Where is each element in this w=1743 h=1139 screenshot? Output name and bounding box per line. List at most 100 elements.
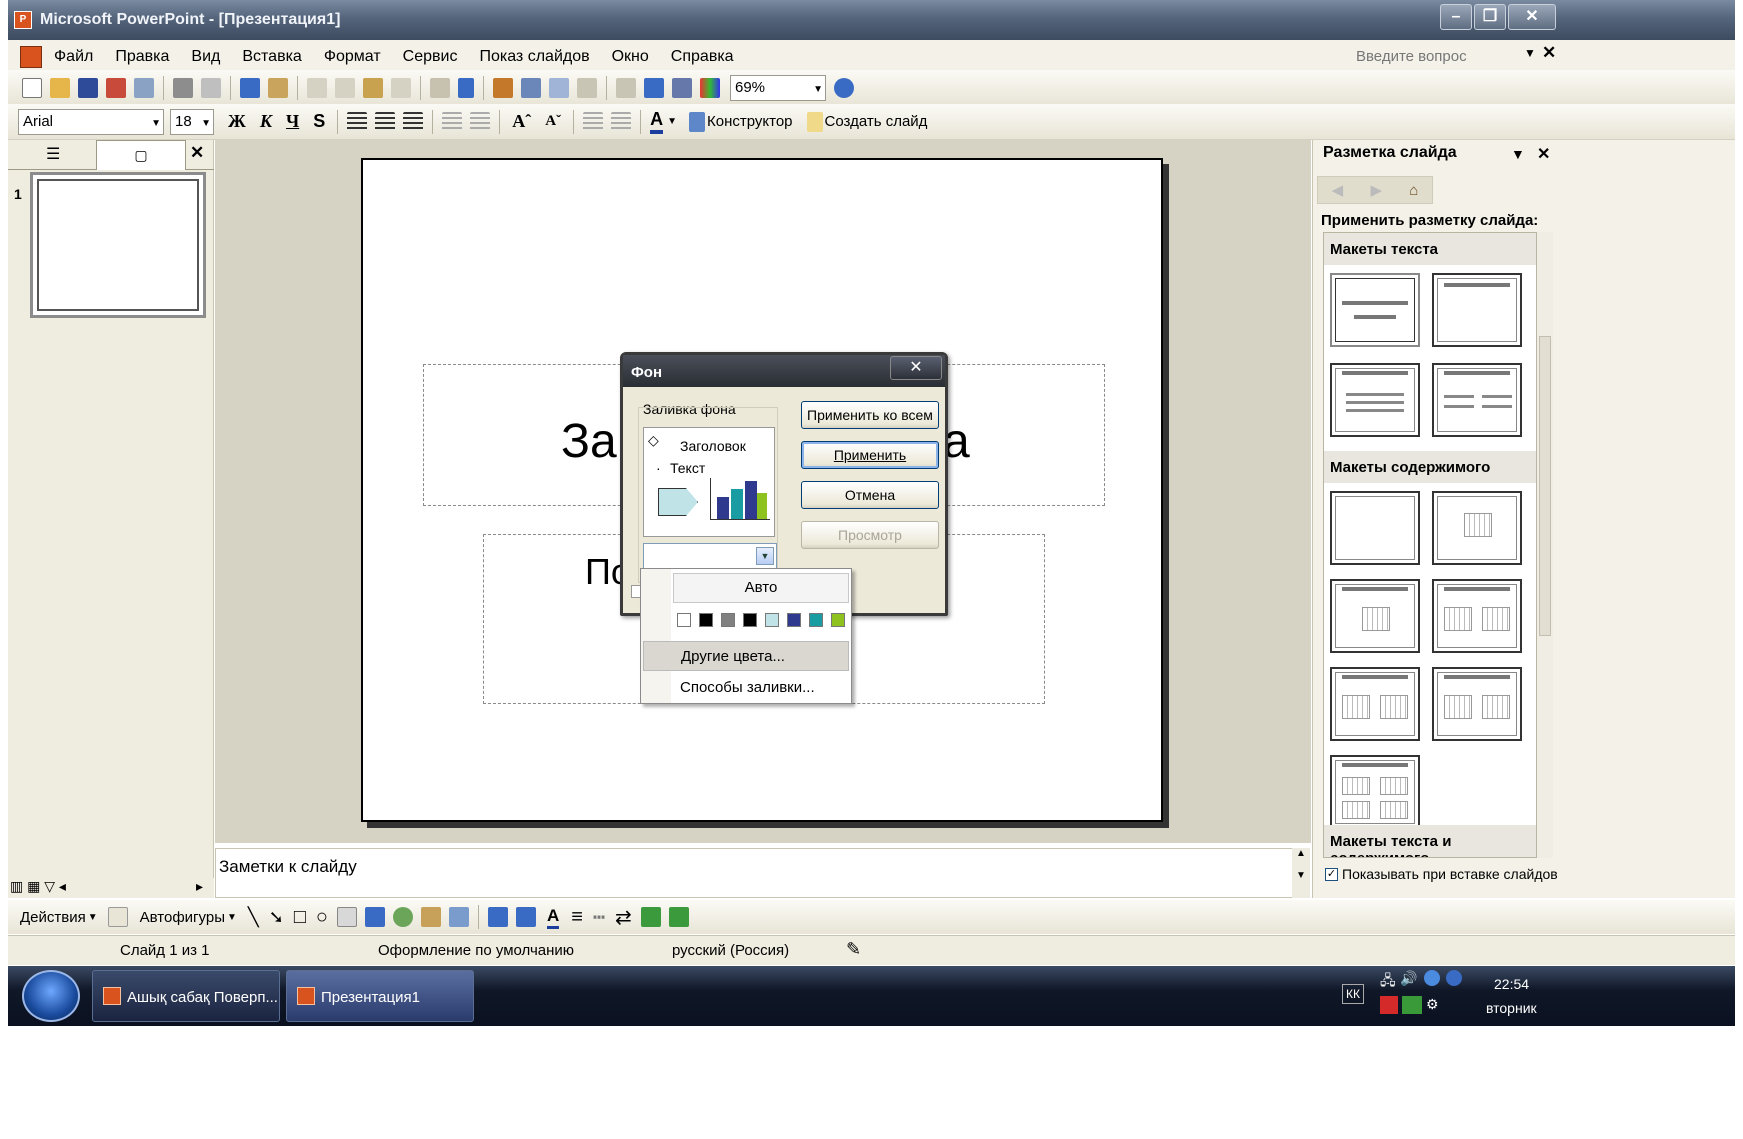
task-pane-menu-icon[interactable]: ▼ (1511, 146, 1525, 162)
swatch-black[interactable] (699, 613, 713, 627)
new-icon[interactable] (22, 77, 42, 98)
show-on-insert-option[interactable]: ✓ Показывать при вставке слайдов (1325, 866, 1558, 882)
apply-button[interactable]: Применить (801, 441, 939, 469)
designer-button[interactable]: Конструктор (707, 113, 793, 130)
slide-thumbnail[interactable] (30, 172, 206, 318)
swatch-navy[interactable] (787, 613, 801, 627)
insert-hyperlink-icon[interactable] (577, 77, 597, 98)
decrease-indent-icon[interactable] (583, 111, 604, 132)
document-icon[interactable] (20, 46, 42, 68)
insert-picture-icon[interactable] (449, 907, 470, 927)
menu-view[interactable]: Вид (191, 48, 220, 66)
menu-help[interactable]: Справка (671, 48, 734, 66)
shadow-button[interactable]: S (313, 111, 325, 132)
language-indicator[interactable]: КК (1342, 984, 1364, 1004)
3d-style-icon[interactable] (668, 907, 689, 927)
close-pane-icon[interactable]: ✕ (190, 143, 204, 163)
swatch-white[interactable] (677, 613, 691, 627)
restore-button[interactable]: ❐ (1474, 4, 1506, 30)
grid-icon[interactable] (672, 77, 692, 98)
expand-all-icon[interactable] (616, 77, 636, 98)
align-right-icon[interactable] (403, 111, 424, 132)
oval-icon[interactable]: ○ (316, 906, 328, 929)
layout-title-slide[interactable] (1330, 273, 1420, 347)
clipart-icon[interactable] (421, 907, 442, 927)
print-preview-icon[interactable] (201, 77, 221, 98)
volume-icon[interactable]: 🔊 (1400, 970, 1417, 987)
tray-power-icon[interactable] (1446, 970, 1462, 986)
task-pane-close-icon[interactable]: ✕ (1537, 144, 1550, 164)
select-objects-icon[interactable] (107, 907, 128, 927)
tables-borders-icon[interactable] (549, 77, 569, 98)
show-formatting-icon[interactable] (644, 77, 664, 98)
cancel-button[interactable]: Отмена (801, 481, 939, 509)
paste-icon[interactable] (363, 77, 383, 98)
menu-tools[interactable]: Сервис (403, 48, 458, 66)
scroll-right-icon[interactable]: ▸ (196, 878, 203, 895)
italic-button[interactable]: К (260, 111, 272, 132)
apply-all-button[interactable]: Применить ко всем (801, 401, 939, 429)
actions-dropdown-icon[interactable]: ▼ (88, 912, 98, 923)
font-color-icon[interactable]: A (650, 109, 664, 134)
auto-color-button[interactable]: Авто (673, 573, 849, 603)
layout-two-columns[interactable] (1432, 363, 1522, 437)
actions-menu[interactable]: Действия (20, 909, 86, 926)
swatch-gray[interactable] (721, 613, 735, 627)
menu-file[interactable]: Файл (54, 48, 93, 66)
tray-app-icon[interactable] (1380, 996, 1398, 1014)
swatch-green[interactable] (831, 613, 845, 627)
close-document-icon[interactable]: ✕ (1542, 43, 1556, 63)
layout-title-only[interactable] (1432, 273, 1522, 347)
slideshow-view-icon[interactable]: ▽ (44, 878, 55, 894)
tray-misc-icon[interactable]: ⚙ (1426, 996, 1439, 1013)
save-icon[interactable] (78, 77, 98, 98)
notes-pane[interactable]: Заметки к слайду (215, 848, 1295, 898)
align-center-icon[interactable] (375, 111, 396, 132)
menu-edit[interactable]: Правка (115, 48, 169, 66)
layout-blank[interactable] (1330, 491, 1420, 565)
bullets-icon[interactable] (470, 111, 491, 132)
sorter-view-icon[interactable]: ▦ (27, 878, 40, 894)
swatch-black-2[interactable] (743, 613, 757, 627)
diagram-icon[interactable] (393, 907, 414, 927)
normal-view-icon[interactable]: ▥ (10, 878, 23, 894)
taskbar-item-2[interactable]: Презентация1 (286, 970, 474, 1022)
draw-font-color-icon[interactable]: A (547, 906, 560, 929)
network-icon[interactable]: 🖧 (1380, 970, 1396, 994)
layout-title-text[interactable] (1330, 363, 1420, 437)
decrease-font-icon[interactable]: Aˇ (545, 113, 561, 130)
close-window-button[interactable]: ✕ (1508, 4, 1556, 30)
start-button[interactable] (22, 970, 80, 1022)
outline-tab-icon[interactable]: ☰ (46, 144, 60, 164)
menu-window[interactable]: Окно (612, 48, 649, 66)
new-slide-button[interactable]: Создать слайд (825, 113, 928, 130)
textbox-icon[interactable] (337, 907, 358, 927)
minimize-button[interactable]: – (1440, 4, 1472, 30)
swatch-teal[interactable] (809, 613, 823, 627)
increase-font-icon[interactable]: Aˆ (512, 111, 531, 132)
fill-dropdown-icon[interactable]: ▼ (756, 547, 774, 565)
swatch-light-teal[interactable] (765, 613, 779, 627)
back-icon[interactable]: ◀ (1332, 181, 1344, 199)
insert-chart-icon[interactable] (493, 77, 513, 98)
dialog-close-button[interactable]: ✕ (890, 356, 942, 380)
fill-color-select[interactable]: ▼ (643, 543, 777, 569)
scroll-left-icon[interactable]: ◂ (59, 878, 66, 894)
increase-indent-icon[interactable] (611, 111, 632, 132)
line-color-icon[interactable] (516, 907, 537, 927)
spelling-status-icon[interactable]: ✎ (846, 939, 861, 960)
tray-globe-icon[interactable] (1424, 970, 1440, 986)
layout-title-content-3[interactable] (1432, 667, 1522, 741)
shadow-style-icon[interactable] (640, 907, 661, 927)
color-grayscale-icon[interactable] (700, 77, 720, 98)
font-name-select[interactable]: Arial ▼ (18, 108, 164, 135)
zoom-select[interactable]: 69% ▼ (730, 74, 826, 101)
wordart-icon[interactable] (365, 907, 386, 927)
home-icon[interactable]: ⌂ (1409, 182, 1418, 199)
redo-icon[interactable] (458, 77, 474, 98)
taskbar-item-1[interactable]: Ашық сабақ Поверп... (92, 970, 280, 1022)
clock-day[interactable]: вторник (1486, 1000, 1537, 1016)
layout-content[interactable] (1432, 491, 1522, 565)
tray-3d-icon[interactable] (1402, 996, 1422, 1014)
arrow-icon[interactable]: ➘ (269, 907, 284, 928)
